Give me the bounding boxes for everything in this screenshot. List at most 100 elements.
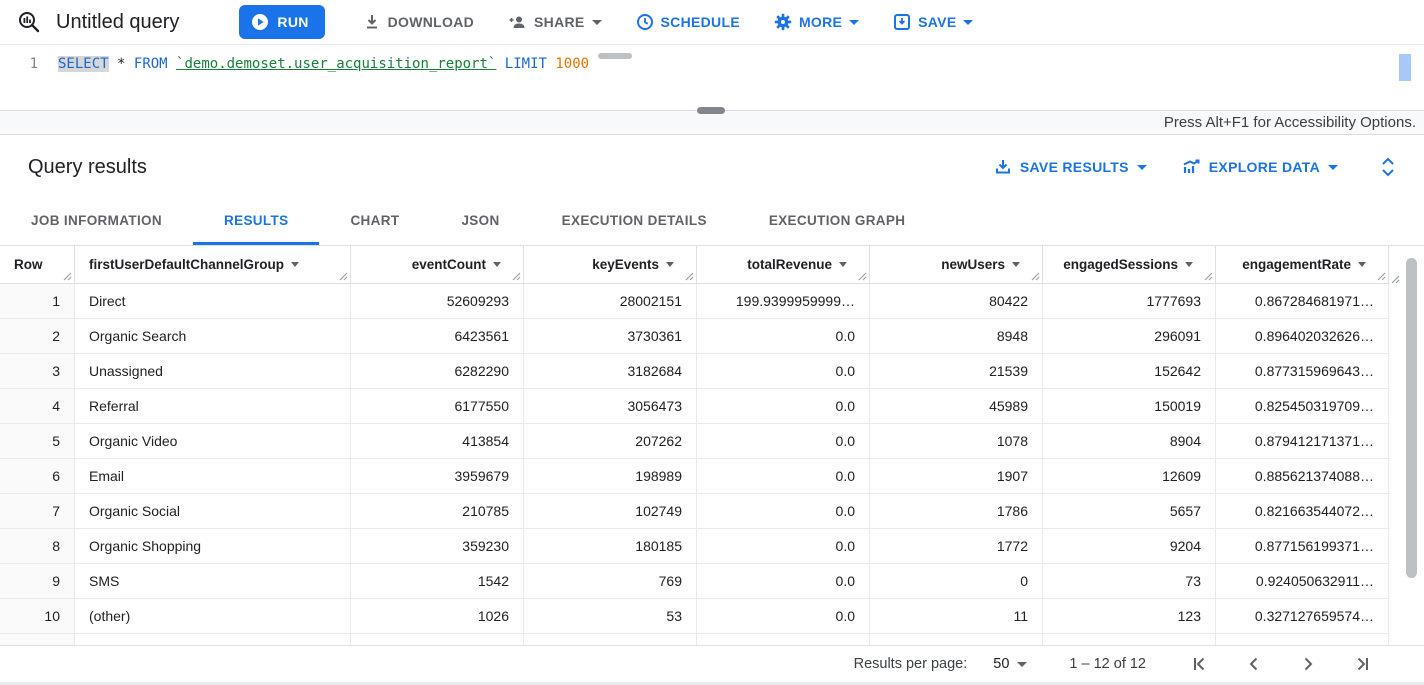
- column-header-eventcount[interactable]: eventCount: [351, 246, 524, 283]
- cell-engagementrate: 0.877315969643…: [1216, 354, 1389, 388]
- explore-data-chart-icon: [1181, 158, 1201, 176]
- save-caret-icon: [963, 20, 973, 25]
- table-row: 11Paid Social3371340.0061.0: [0, 634, 1424, 645]
- cell-engagedsessions: 8904: [1043, 424, 1216, 458]
- cell-engagementrate: 0.327127659574…: [1216, 599, 1389, 633]
- column-menu-caret-icon[interactable]: [291, 262, 299, 267]
- column-header-label: keyEvents: [592, 257, 659, 272]
- clock-icon: [636, 13, 654, 31]
- tab-execution-details[interactable]: EXECUTION DETAILS: [531, 199, 738, 245]
- last-page-button[interactable]: [1352, 654, 1372, 674]
- cell-eventcount: 6423561: [351, 319, 524, 353]
- column-header-totalrevenue[interactable]: totalRevenue: [697, 246, 870, 283]
- table-edge-resize-grip-icon[interactable]: [1391, 275, 1400, 284]
- sql-code[interactable]: SELECT * FROM `demo.demoset.user_acquisi…: [58, 56, 589, 72]
- cell-totalrevenue: 0.0: [697, 389, 870, 423]
- query-toolbar: Untitled query RUN DOWNLOAD SHARE: [0, 0, 1424, 45]
- first-page-button[interactable]: [1190, 654, 1210, 674]
- next-page-button[interactable]: [1298, 654, 1318, 674]
- cell-totalrevenue: 0.0: [697, 494, 870, 528]
- column-header-newusers[interactable]: newUsers: [870, 246, 1043, 283]
- column-header-engagementrate[interactable]: engagementRate: [1216, 246, 1389, 283]
- tab-json[interactable]: JSON: [430, 199, 530, 245]
- sql-keyword-select: SELECT: [58, 56, 109, 72]
- cell-eventcount: 52609293: [351, 284, 524, 318]
- more-caret-icon: [849, 20, 859, 25]
- chevron-left-icon: [1244, 654, 1264, 674]
- column-menu-caret-icon[interactable]: [1358, 262, 1366, 267]
- column-resize-grip-icon[interactable]: [339, 272, 348, 281]
- tab-results[interactable]: RESULTS: [193, 199, 319, 245]
- column-header-label: totalRevenue: [747, 257, 832, 272]
- column-menu-caret-icon[interactable]: [1185, 262, 1193, 267]
- tab-chart[interactable]: CHART: [319, 199, 430, 245]
- download-button[interactable]: DOWNLOAD: [353, 5, 484, 39]
- table-row: 10(other)1026530.0111230.327127659574…: [0, 599, 1424, 634]
- more-button[interactable]: MORE: [764, 5, 869, 39]
- splitter-drag-handle[interactable]: [697, 107, 725, 114]
- page-size-select[interactable]: 50: [993, 656, 1027, 672]
- cell-firstuserdefaultchannelgroup: Unassigned: [75, 354, 351, 388]
- table-row: 3Unassigned628229031826840.0215391526420…: [0, 354, 1424, 389]
- column-header-firstuserdefaultchannelgroup[interactable]: firstUserDefaultChannelGroup: [75, 246, 351, 283]
- cell-engagementrate: 0.867284681971…: [1216, 284, 1389, 318]
- share-button[interactable]: SHARE: [498, 5, 612, 39]
- column-resize-grip-icon[interactable]: [1377, 272, 1386, 281]
- column-resize-grip-icon[interactable]: [512, 272, 521, 281]
- column-menu-caret-icon[interactable]: [1012, 262, 1020, 267]
- table-vertical-scrollbar-thumb[interactable]: [1406, 258, 1417, 578]
- bigquery-query-results-page: Untitled query RUN DOWNLOAD SHARE: [0, 0, 1424, 685]
- cell-eventcount: 210785: [351, 494, 524, 528]
- previous-page-button[interactable]: [1244, 654, 1264, 674]
- sql-table-reference[interactable]: `demo.demoset.user_acquisition_report`: [176, 56, 496, 72]
- save-results-button[interactable]: SAVE RESULTS: [994, 158, 1147, 176]
- cell-newusers: 1772: [870, 529, 1043, 563]
- explore-data-label: EXPLORE DATA: [1209, 159, 1320, 175]
- cell-firstuserdefaultchannelgroup: SMS: [75, 564, 351, 598]
- column-menu-caret-icon[interactable]: [666, 262, 674, 267]
- column-header-row[interactable]: Row: [0, 246, 75, 283]
- table-row: 7Organic Social2107851027490.0178656570.…: [0, 494, 1424, 529]
- query-results-header: Query results SAVE RESULTS EXPLORE D: [0, 135, 1424, 199]
- tab-job-information[interactable]: JOB INFORMATION: [0, 199, 193, 245]
- share-caret-icon: [592, 20, 602, 25]
- cell-engagedsessions: 73: [1043, 564, 1216, 598]
- sql-line-1[interactable]: 1 SELECT * FROM `demo.demoset.user_acqui…: [0, 52, 1424, 76]
- sql-editor[interactable]: 1 SELECT * FROM `demo.demoset.user_acqui…: [0, 52, 1424, 110]
- column-header-keyevents[interactable]: keyEvents: [524, 246, 697, 283]
- explore-data-button[interactable]: EXPLORE DATA: [1181, 158, 1338, 176]
- cell-keyevents: 134: [524, 634, 697, 645]
- save-button[interactable]: SAVE: [883, 5, 983, 39]
- column-resize-grip-icon[interactable]: [63, 272, 72, 281]
- cell-keyevents: 3182684: [524, 354, 697, 388]
- column-resize-grip-icon[interactable]: [858, 272, 867, 281]
- schedule-button[interactable]: SCHEDULE: [626, 5, 750, 39]
- editor-scrollbar-thumb[interactable]: [1399, 54, 1411, 81]
- cell-eventcount: 3959679: [351, 459, 524, 493]
- expand-results-button[interactable]: [1380, 156, 1396, 178]
- column-resize-grip-icon[interactable]: [685, 272, 694, 281]
- cell-firstuserdefaultchannelgroup: Paid Social: [75, 634, 351, 645]
- cell-keyevents: 769: [524, 564, 697, 598]
- pane-splitter-strip: Press Alt+F1 for Accessibility Options.: [0, 110, 1424, 135]
- column-header-engagedsessions[interactable]: engagedSessions: [1043, 246, 1216, 283]
- column-menu-caret-icon[interactable]: [839, 262, 847, 267]
- column-resize-grip-icon[interactable]: [1204, 272, 1213, 281]
- cell-keyevents: 3730361: [524, 319, 697, 353]
- query-title[interactable]: Untitled query: [56, 11, 179, 34]
- partial-row-clip: 11Paid Social3371340.0061.0: [0, 634, 1424, 645]
- cell-totalrevenue: 0.0: [697, 354, 870, 388]
- cell-keyevents: 198989: [524, 459, 697, 493]
- cell-totalrevenue: 0.0: [697, 424, 870, 458]
- cell-engagementrate: 0.885621374088…: [1216, 459, 1389, 493]
- column-resize-grip-icon[interactable]: [1031, 272, 1040, 281]
- editor-top-drag-handle[interactable]: [598, 53, 632, 59]
- column-header-label: eventCount: [412, 257, 486, 272]
- cell-keyevents: 102749: [524, 494, 697, 528]
- tab-execution-graph[interactable]: EXECUTION GRAPH: [738, 199, 937, 245]
- run-button[interactable]: RUN: [239, 5, 324, 39]
- cell-totalrevenue: 0.0: [697, 599, 870, 633]
- column-menu-caret-icon[interactable]: [493, 262, 501, 267]
- cell-keyevents: 180185: [524, 529, 697, 563]
- results-actions: SAVE RESULTS EXPLORE DATA: [994, 156, 1396, 178]
